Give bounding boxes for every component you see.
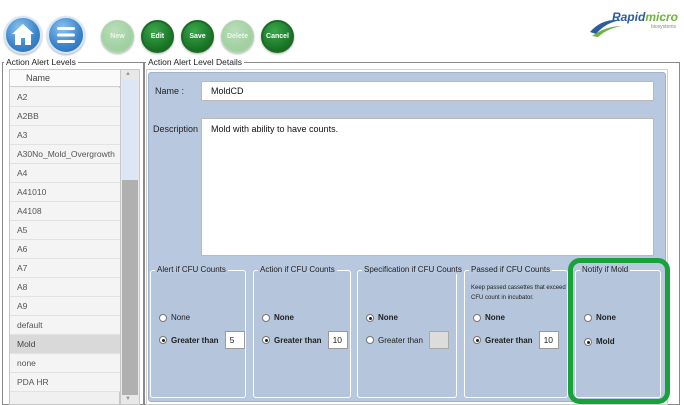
action-cfu-box: Action if CFU Counts None Greater than 1… [253, 265, 351, 398]
passed-cfu-box: Passed if CFU Counts Keep passed cassett… [464, 265, 568, 398]
list-header-name[interactable]: Name [10, 70, 120, 87]
alert-levels-list[interactable]: Name A2 A2BB A3 A30No_Mold_Overgrowth A4… [9, 69, 120, 405]
list-item[interactable]: A7 [10, 259, 120, 278]
list-item-selected[interactable]: Mold [10, 335, 120, 354]
radio-icon[interactable] [159, 313, 167, 322]
radio-selected-icon[interactable] [473, 336, 481, 344]
action-cfu-title: Action if CFU Counts [258, 265, 337, 274]
home-icon [12, 24, 34, 45]
passed-greater-option[interactable]: Greater than 10 [473, 331, 559, 349]
list-scrollbar[interactable]: ▲ ▼ [120, 69, 140, 405]
delete-button[interactable]: Delete [221, 20, 254, 53]
toolbar: New Edit Save Delete Cancel Rapidmicro b… [0, 0, 684, 62]
alert-cfu-title: Alert if CFU Counts [155, 265, 228, 274]
logo-subtitle: biosystems [650, 24, 676, 30]
list-item[interactable]: A41010 [10, 183, 120, 202]
action-greater-label: Greater than [274, 335, 322, 345]
details-title: Action Alert Level Details [146, 57, 245, 67]
list-item[interactable]: A4 [10, 164, 120, 183]
list-item[interactable]: A3 [10, 126, 120, 145]
logo-brand-b: micro [645, 10, 678, 24]
alert-none-label: None [171, 313, 191, 322]
alert-value-input[interactable]: 5 [224, 331, 245, 349]
name-input[interactable]: MoldCD [201, 81, 654, 101]
action-none-label: None [274, 313, 294, 322]
passed-cfu-title: Passed if CFU Counts [469, 265, 553, 274]
passed-value-input[interactable]: 10 [538, 331, 559, 349]
list-item[interactable]: A8 [10, 278, 120, 297]
passed-none-label: None [485, 313, 505, 322]
passed-cfu-note: Keep passed cassettes that exceed CFU co… [471, 285, 566, 301]
action-alert-levels-title: Action Alert Levels [4, 57, 78, 67]
list-item[interactable]: default [10, 316, 120, 335]
action-none-option[interactable]: None [262, 313, 294, 322]
action-value-input[interactable]: 10 [327, 331, 348, 349]
passed-greater-label: Greater than [485, 335, 533, 345]
passed-none-option[interactable]: None [473, 313, 505, 322]
save-button[interactable]: Save [181, 20, 214, 53]
spec-cfu-title: Specification if CFU Counts [362, 265, 464, 274]
description-input[interactable]: Mold with ability to have counts. [201, 118, 654, 256]
radio-icon[interactable] [262, 313, 270, 322]
radio-selected-icon[interactable] [262, 336, 270, 344]
spec-value-input[interactable] [428, 331, 449, 349]
list-item[interactable]: A2 [10, 88, 120, 107]
menu-icon [57, 27, 75, 43]
company-logo: Rapidmicro biosystems [588, 8, 680, 42]
radio-icon[interactable] [473, 313, 481, 322]
spec-cfu-box: Specification if CFU Counts None Greater… [357, 265, 464, 398]
radio-icon[interactable] [366, 336, 374, 344]
alert-greater-label: Greater than [171, 335, 219, 345]
list-item[interactable]: PDA HR [10, 373, 120, 392]
action-greater-option[interactable]: Greater than 10 [262, 331, 348, 349]
description-label: Description : [153, 124, 204, 134]
list-item[interactable]: A9 [10, 297, 120, 316]
name-label: Name : [155, 86, 185, 96]
list-item[interactable]: none [10, 354, 120, 373]
scrollbar-thumb[interactable] [122, 180, 138, 395]
home-button[interactable] [4, 16, 42, 54]
edit-button[interactable]: Edit [141, 20, 174, 53]
new-button[interactable]: New [101, 20, 134, 53]
logo-brand: Rapidmicro [612, 10, 678, 24]
notify-mold-highlight [568, 258, 670, 404]
scrollbar-track-highlight [122, 80, 138, 180]
spec-greater-option[interactable]: Greater than [366, 331, 449, 349]
list-item[interactable]: A2BB [10, 107, 120, 126]
list-item[interactable]: A5 [10, 221, 120, 240]
list-item[interactable]: A4108 [10, 202, 120, 221]
radio-selected-icon[interactable] [366, 313, 374, 322]
scroll-down-icon[interactable]: ▼ [125, 396, 131, 402]
scroll-up-icon[interactable]: ▲ [125, 71, 131, 77]
list-item[interactable]: A30No_Mold_Overgrowth [10, 145, 120, 164]
spec-greater-label: Greater than [378, 335, 423, 345]
logo-brand-a: Rapid [611, 10, 646, 24]
alert-none-option[interactable]: None [159, 313, 190, 322]
list-item[interactable]: A6 [10, 240, 120, 259]
alert-greater-option[interactable]: Greater than 5 [159, 331, 245, 349]
radio-selected-icon[interactable] [159, 336, 167, 344]
spec-none-label: None [378, 313, 398, 322]
alert-cfu-box: Alert if CFU Counts None Greater than 5 [150, 265, 246, 398]
cancel-button[interactable]: Cancel [261, 20, 294, 53]
menu-button[interactable] [47, 16, 85, 54]
spec-none-option[interactable]: None [366, 313, 398, 322]
